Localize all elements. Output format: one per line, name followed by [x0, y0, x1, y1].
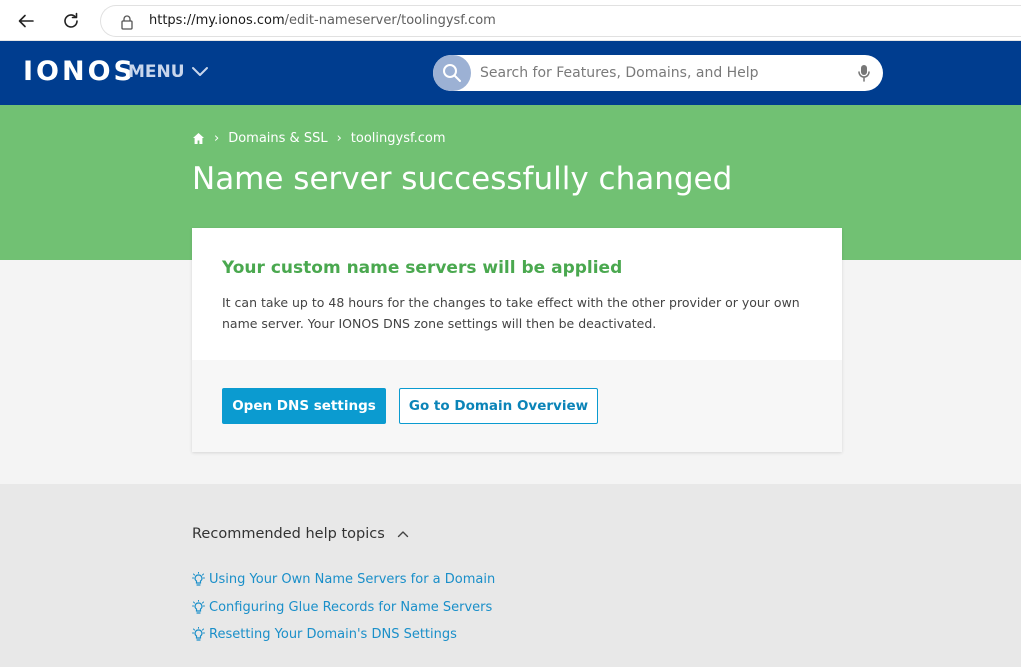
address-bar[interactable]: https://my.ionos.com/edit-nameserver/too…: [100, 5, 1021, 37]
back-arrow-icon[interactable]: [14, 9, 38, 33]
card-actions: Open DNS settings Go to Domain Overview: [192, 360, 842, 452]
go-to-domain-overview-button[interactable]: Go to Domain Overview: [399, 388, 598, 424]
list-item: Resetting Your Domain's DNS Settings: [192, 621, 495, 649]
lightbulb-icon: [192, 572, 205, 586]
url-host: https://my.ionos.com: [149, 13, 285, 28]
url-path: /edit-nameserver/toolingysf.com: [284, 13, 496, 28]
breadcrumb-domains-ssl[interactable]: Domains & SSL: [228, 131, 327, 146]
ionos-logo[interactable]: IONOS: [23, 56, 136, 87]
chevron-right-icon: ›: [336, 131, 342, 146]
page-title: Name server successfully changed: [192, 161, 733, 197]
help-link-reset-dns[interactable]: Resetting Your Domain's DNS Settings: [209, 627, 457, 642]
open-dns-settings-button[interactable]: Open DNS settings: [222, 388, 386, 424]
search-icon[interactable]: [433, 55, 471, 91]
list-item: Configuring Glue Records for Name Server…: [192, 594, 495, 622]
site-header: IONOS MENU: [0, 41, 1021, 105]
card-heading: Your custom name servers will be applied: [222, 258, 623, 278]
card-body: It can take up to 48 hours for the chang…: [222, 295, 800, 331]
breadcrumb-domain[interactable]: toolingysf.com: [351, 131, 446, 146]
confirmation-card: Your custom name servers will be applied…: [192, 228, 842, 452]
lightbulb-icon: [192, 627, 205, 641]
reload-icon[interactable]: [59, 9, 83, 33]
lightbulb-icon: [192, 599, 205, 614]
chevron-right-icon: ›: [214, 131, 220, 146]
help-title: Recommended help topics: [192, 526, 385, 542]
home-icon[interactable]: [192, 132, 205, 145]
menu-button[interactable]: MENU: [128, 62, 209, 82]
chevron-down-icon: [191, 67, 208, 76]
chevron-up-icon: [397, 531, 408, 538]
microphone-icon[interactable]: [857, 64, 871, 82]
search-box: [433, 55, 883, 91]
help-link-glue-records[interactable]: Configuring Glue Records for Name Server…: [209, 600, 492, 615]
lock-icon[interactable]: [119, 14, 135, 30]
help-links: Using Your Own Name Servers for a Domain…: [192, 566, 495, 649]
help-section: Recommended help topics Using Your Own N…: [0, 484, 1021, 667]
help-link-own-name-servers[interactable]: Using Your Own Name Servers for a Domain: [209, 572, 495, 587]
breadcrumb: › Domains & SSL › toolingysf.com: [192, 131, 446, 146]
url-text[interactable]: https://my.ionos.com/edit-nameserver/too…: [149, 13, 496, 28]
search-input[interactable]: [480, 55, 840, 91]
list-item: Using Your Own Name Servers for a Domain: [192, 566, 495, 594]
menu-label: MENU: [128, 62, 185, 82]
help-topics-toggle[interactable]: Recommended help topics: [192, 526, 409, 542]
browser-toolbar: https://my.ionos.com/edit-nameserver/too…: [0, 0, 1021, 41]
